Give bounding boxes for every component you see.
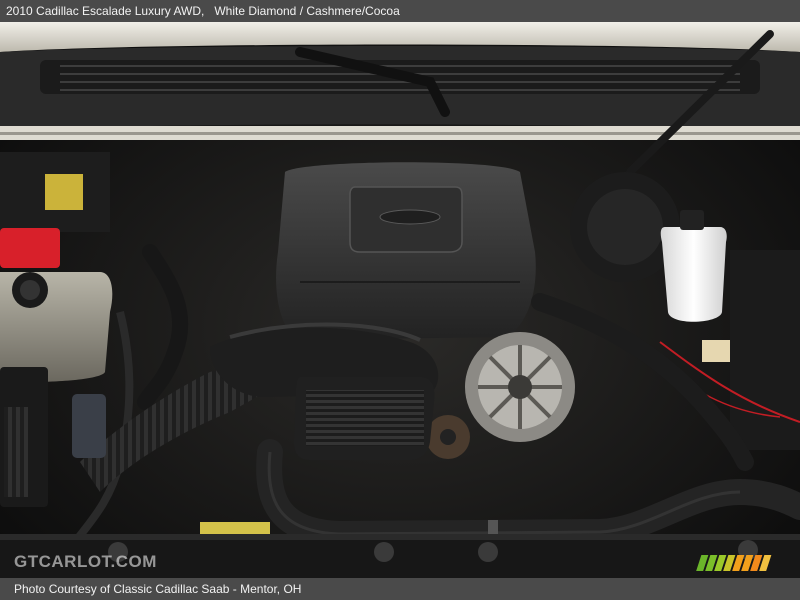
- coolant-reservoir: [0, 272, 113, 382]
- site-logo: [696, 553, 772, 573]
- vehicle-color: White Diamond / Cashmere/Cocoa: [214, 4, 400, 18]
- air-filter-box: [294, 377, 435, 460]
- warning-label: [200, 522, 270, 534]
- engine-bay-photo: [0, 22, 800, 578]
- engine-bay-illustration: [0, 22, 800, 578]
- connector: [702, 340, 730, 362]
- engine-cover: [276, 162, 536, 340]
- red-terminal-cap: [0, 228, 60, 268]
- watermark-text: GTCARLOT.COM: [14, 552, 157, 571]
- photo-credit: Photo Courtesy of Classic Cadillac Saab …: [14, 582, 302, 596]
- fuse-box: [0, 367, 48, 507]
- photo-credit-bar: Photo Courtesy of Classic Cadillac Saab …: [0, 578, 800, 600]
- maf-sensor: [72, 394, 106, 458]
- brake-booster: [570, 172, 680, 282]
- vehicle-title: 2010 Cadillac Escalade Luxury AWD,: [6, 4, 205, 18]
- right-fender-panel: [730, 250, 800, 450]
- alternator: [465, 332, 575, 442]
- caption-bar: 2010 Cadillac Escalade Luxury AWD, White …: [0, 0, 800, 22]
